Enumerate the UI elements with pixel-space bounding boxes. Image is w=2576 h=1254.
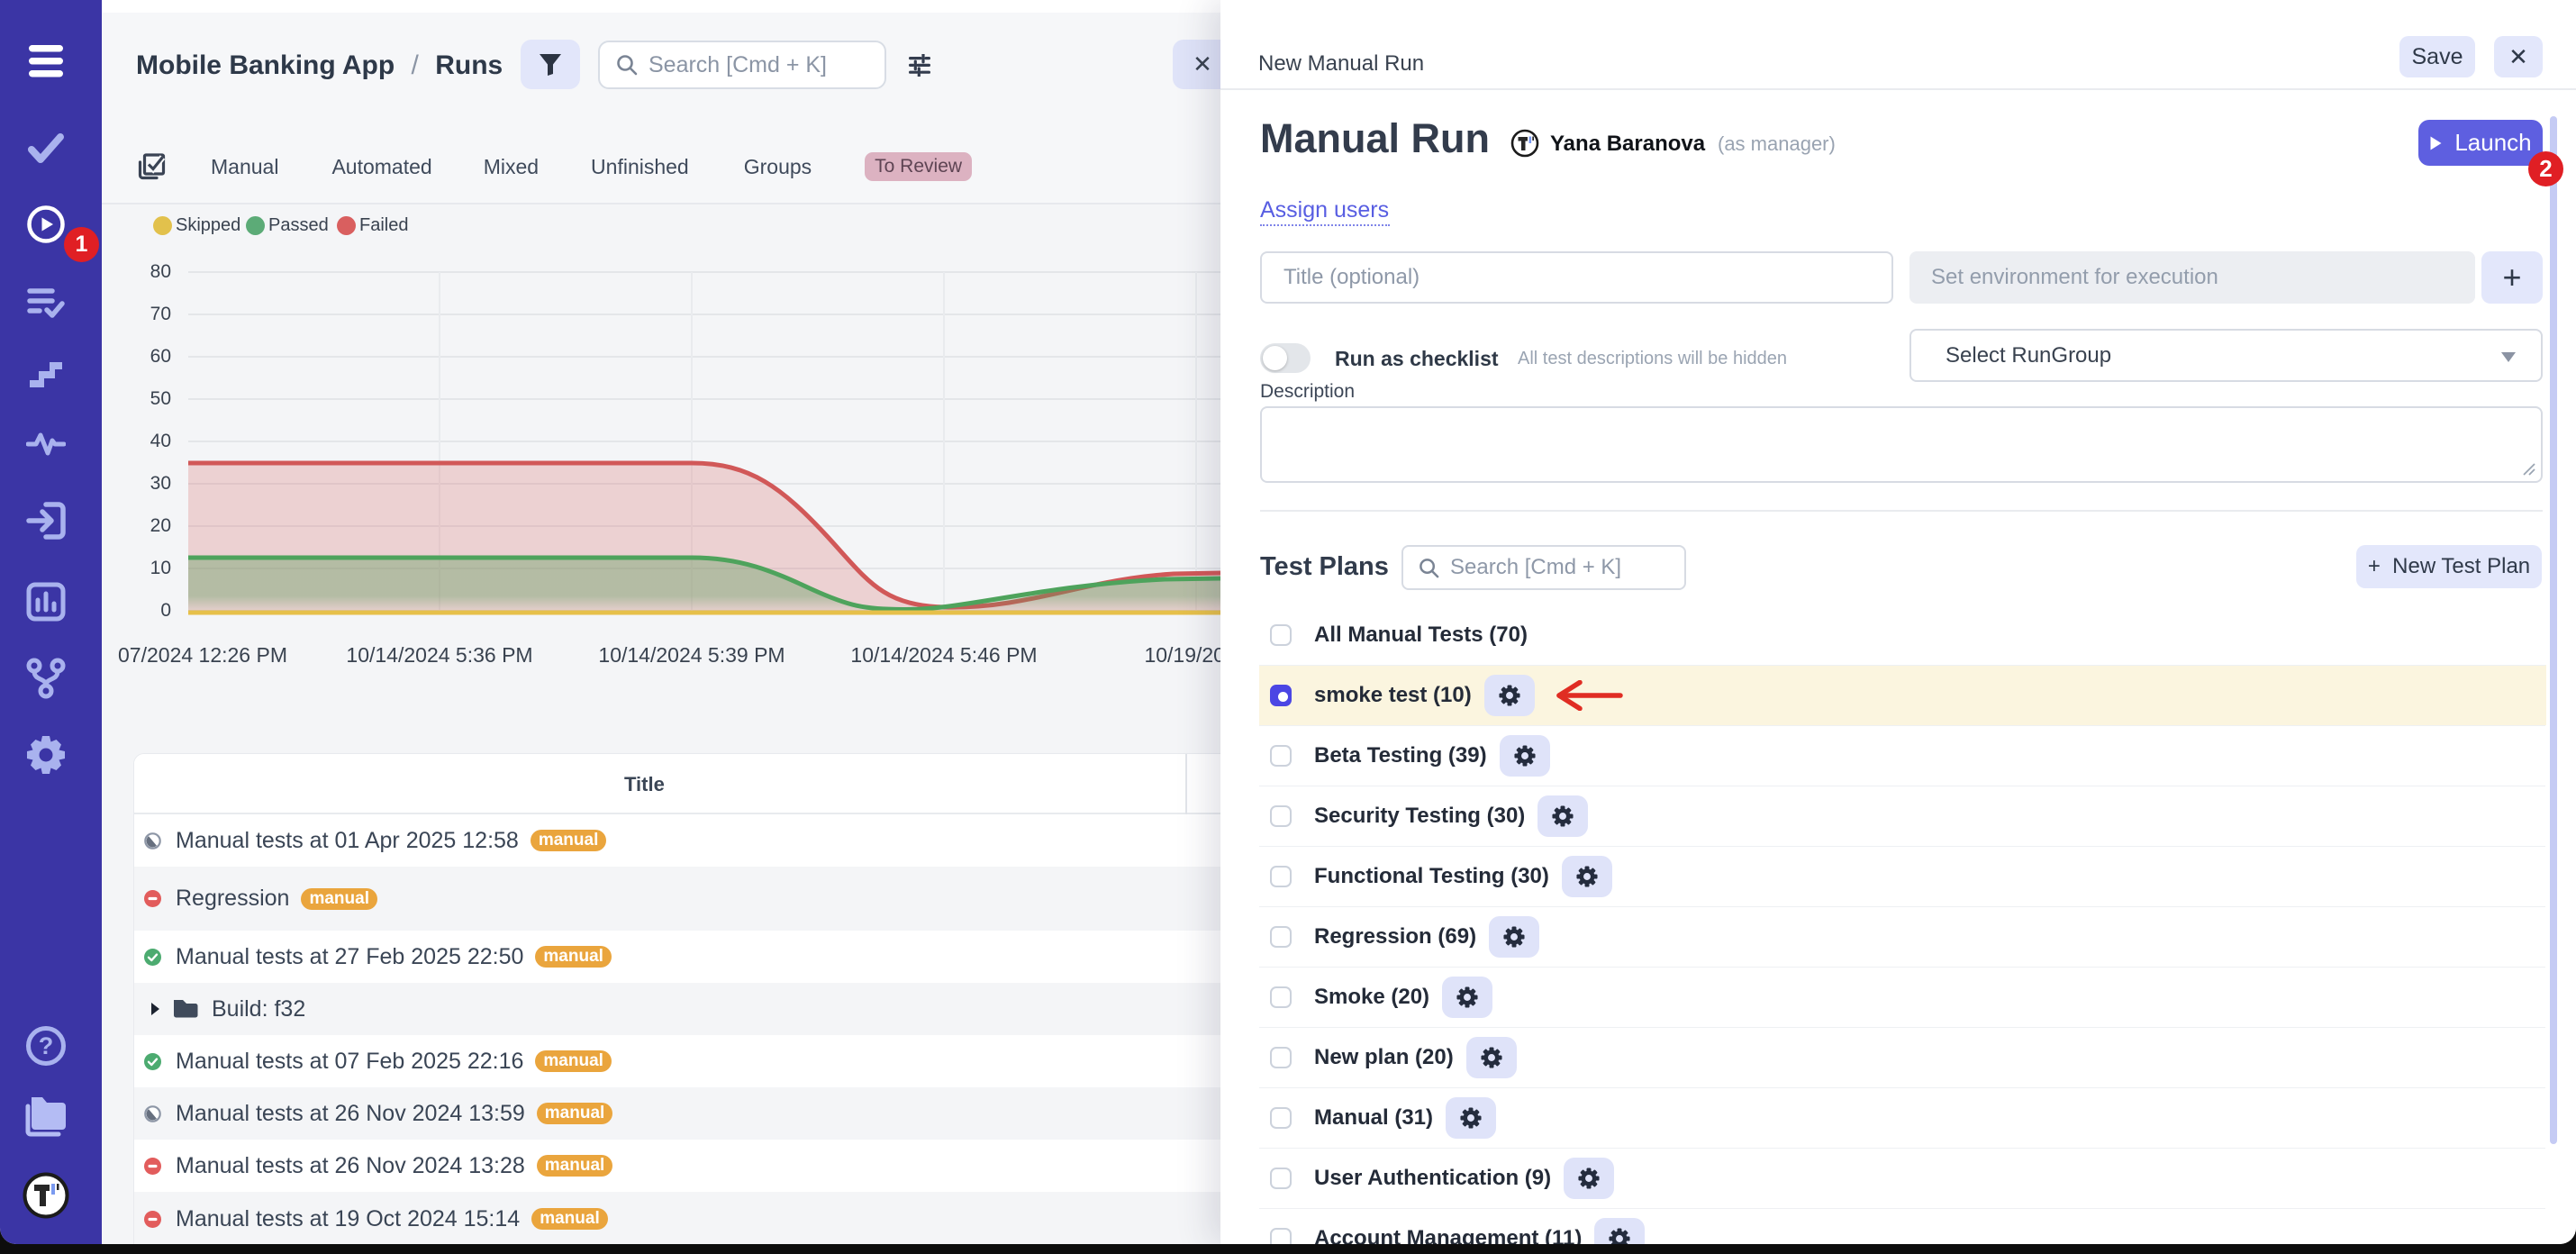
svg-text:?: ?	[39, 1032, 54, 1059]
